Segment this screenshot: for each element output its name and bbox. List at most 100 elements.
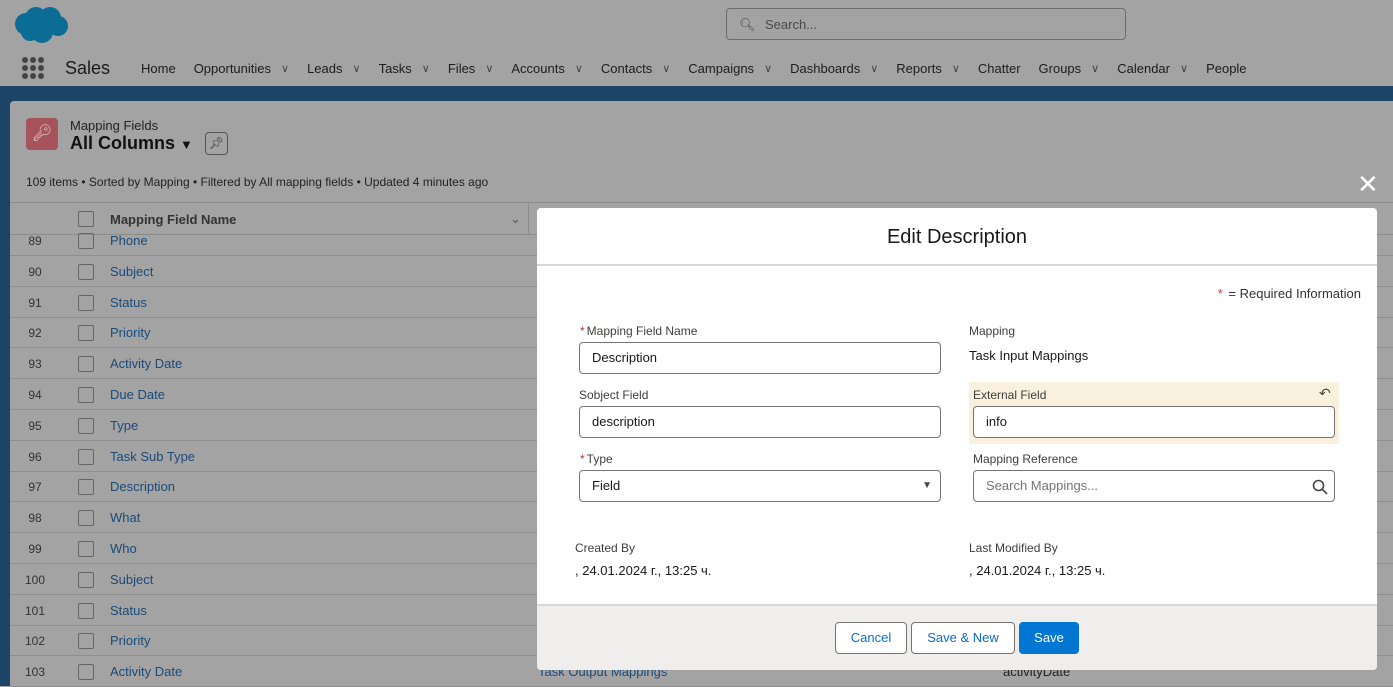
mapping-object-icon: 🔑︎ — [26, 118, 58, 150]
row-number: 101 — [24, 603, 46, 618]
modified-by-value: , 24.01.2024 г., 13:25 ч. — [969, 563, 1106, 578]
list-meta: 109 items • Sorted by Mapping • Filtered… — [26, 175, 489, 189]
mapping-field-link[interactable]: Description — [110, 479, 175, 494]
mapping-field-name-input[interactable]: Description — [579, 342, 941, 374]
mapping-field-link[interactable]: Priority — [110, 325, 150, 340]
chevron-down-icon[interactable]: ∨ — [422, 62, 430, 75]
object-label: Mapping Fields — [70, 118, 159, 133]
row-checkbox[interactable] — [78, 602, 94, 619]
row-checkbox[interactable] — [78, 325, 94, 342]
save-and-new-button[interactable]: Save & New — [911, 622, 1015, 654]
chevron-down-icon[interactable]: ∨ — [1091, 62, 1099, 75]
nav-item[interactable]: Chatter — [978, 61, 1021, 76]
chevron-down-icon[interactable]: ∨ — [353, 62, 361, 75]
mapping-field-link[interactable]: Task Sub Type — [110, 449, 195, 464]
caret-down-icon: ▼ — [922, 480, 932, 491]
edit-modal: Edit Description * = Required Informatio… — [537, 208, 1377, 670]
nav-item[interactable]: Contacts ∨ — [601, 61, 670, 76]
chevron-down-icon[interactable]: ∨ — [485, 62, 493, 75]
sobject-field-input[interactable]: description — [579, 406, 941, 438]
mapping-field-link[interactable]: What — [110, 510, 140, 525]
row-checkbox[interactable] — [78, 541, 94, 557]
nav-item[interactable]: Calendar ∨ — [1117, 61, 1188, 76]
chevron-down-icon[interactable]: ∨ — [870, 62, 878, 75]
row-checkbox[interactable] — [78, 417, 94, 434]
nav-item[interactable]: Leads ∨ — [307, 61, 360, 76]
save-button[interactable]: Save — [1019, 622, 1079, 654]
external-field-input[interactable]: info — [973, 406, 1335, 438]
chevron-down-icon[interactable]: ∨ — [764, 62, 772, 75]
created-by-value: , 24.01.2024 г., 13:25 ч. — [575, 563, 712, 578]
type-label: * Type — [580, 452, 613, 466]
row-checkbox[interactable] — [78, 571, 94, 588]
nav-item[interactable]: Dashboards ∨ — [790, 61, 878, 76]
mapping-field-link[interactable]: Type — [110, 418, 138, 433]
row-checkbox[interactable] — [78, 233, 94, 249]
close-icon[interactable]: ✕ — [1357, 171, 1379, 197]
row-checkbox[interactable] — [78, 294, 94, 311]
mapping-field-link[interactable]: Activity Date — [110, 356, 182, 371]
mapping-field-link[interactable]: Who — [110, 541, 137, 556]
nav-item[interactable]: Tasks ∨ — [379, 61, 430, 76]
chevron-down-icon[interactable]: ∨ — [1180, 62, 1188, 75]
mapping-field-link[interactable]: Activity Date — [110, 664, 182, 679]
row-number: 98 — [28, 511, 42, 526]
chevron-down-icon[interactable]: ∨ — [662, 62, 670, 75]
row-number: 99 — [28, 542, 42, 556]
row-checkbox[interactable] — [78, 510, 94, 527]
chevron-down-icon[interactable]: ∨ — [952, 62, 960, 75]
mapping-field-link[interactable]: Status — [110, 295, 147, 310]
row-number: 94 — [28, 388, 42, 402]
nav-item[interactable]: Groups ∨ — [1039, 61, 1100, 76]
row-number: 89 — [28, 234, 42, 248]
mapping-field-link[interactable]: Phone — [110, 233, 148, 248]
row-checkbox[interactable] — [78, 387, 94, 403]
ref-label: Mapping Reference — [973, 452, 1078, 466]
nav-item[interactable]: Opportunities ∨ — [194, 61, 289, 76]
nav-item[interactable]: People — [1206, 61, 1246, 76]
salesforce-logo-icon[interactable] — [12, 4, 70, 44]
mapping-field-link[interactable]: Status — [110, 603, 147, 618]
nav-item[interactable]: Campaigns ∨ — [688, 61, 772, 76]
required-note: * = Required Information — [1217, 286, 1361, 301]
row-number: 96 — [28, 449, 42, 464]
mapping-field-link[interactable]: Priority — [110, 633, 150, 648]
row-number: 90 — [28, 264, 42, 279]
row-number: 93 — [28, 357, 42, 372]
name-label: * Mapping Field Name — [580, 324, 698, 338]
row-checkbox[interactable] — [78, 356, 94, 373]
app-launcher-icon[interactable] — [22, 57, 44, 79]
mapping-field-link[interactable]: Subject — [110, 264, 153, 279]
row-checkbox[interactable] — [78, 479, 94, 496]
chevron-down-icon[interactable]: ∨ — [281, 62, 289, 75]
row-checkbox[interactable] — [78, 664, 94, 681]
type-select[interactable]: Field ▼ — [579, 470, 941, 502]
global-search-input[interactable]: 🔍︎ Search... — [726, 8, 1126, 40]
row-checkbox[interactable] — [78, 263, 94, 280]
global-header: 🔍︎ Search... Sales Home Opportunities ∨ Lead… — [0, 0, 1393, 86]
modal-footer: Cancel Save & New Save — [537, 604, 1377, 670]
nav-item[interactable]: Accounts ∨ — [511, 61, 583, 76]
row-checkbox[interactable] — [78, 633, 94, 650]
cancel-button[interactable]: Cancel — [835, 622, 907, 654]
mapping-label: Mapping — [969, 324, 1016, 338]
nav-item[interactable]: Files ∨ — [448, 61, 494, 76]
sobject-label: Sobject Field — [579, 388, 649, 402]
created-by-label: Created By — [575, 541, 636, 555]
mapping-value: Task Input Mappings — [969, 348, 1089, 363]
row-checkbox[interactable] — [78, 448, 94, 465]
mapping-reference-lookup[interactable]: Search Mappings... — [973, 470, 1335, 502]
mapping-field-link[interactable]: Due Date — [110, 387, 165, 402]
nav-item[interactable]: Home — [141, 61, 176, 76]
modified-by-label: Last Modified By — [969, 541, 1058, 555]
row-number: 97 — [28, 480, 42, 495]
row-number: 91 — [28, 295, 42, 310]
pin-icon[interactable]: 📌︎ — [205, 132, 228, 155]
mapping-field-link[interactable]: Subject — [110, 572, 153, 587]
list-view-picker[interactable]: All Columns ▼ — [70, 133, 193, 154]
chevron-down-icon[interactable]: ∨ — [575, 62, 583, 75]
row-number: 103 — [24, 665, 46, 680]
undo-icon[interactable]: ↶ — [1319, 385, 1331, 402]
nav-bar: Home Opportunities ∨ Leads ∨ Tasks ∨ Files ∨ Acco… — [141, 61, 1265, 76]
nav-item[interactable]: Reports ∨ — [896, 61, 960, 76]
